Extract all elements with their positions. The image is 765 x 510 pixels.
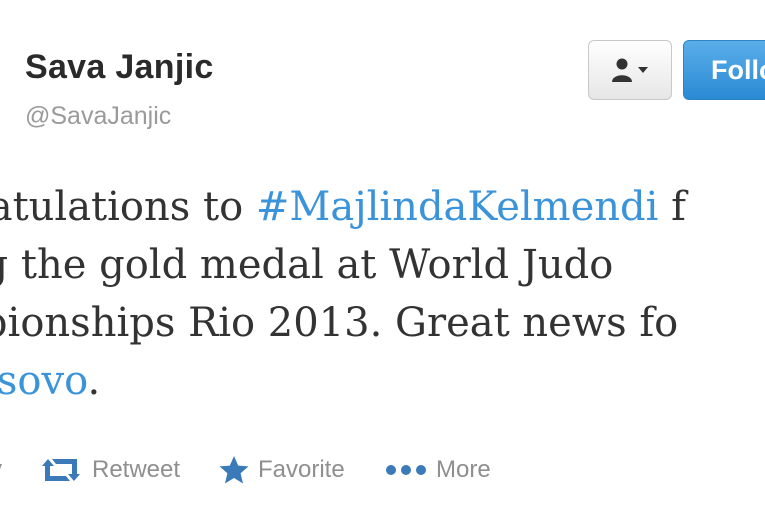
tweet-actions: y Retweet Favorite More (0, 448, 765, 492)
follow-button[interactable]: Follow (683, 40, 765, 100)
tweet-text-segment: f (658, 184, 686, 230)
tweet-line-3: mpionships Rio 2013. Great news fo (0, 300, 679, 346)
star-icon (219, 456, 249, 484)
tweet-text-segment: gratulations to (0, 184, 244, 230)
more-action[interactable]: More (384, 448, 491, 492)
tweet-line-2: ing the gold medal at World Judo (0, 242, 614, 288)
tweet-card: Sava Janjic @SavaJanjic Follow gratulati… (0, 0, 765, 510)
retweet-label: Retweet (92, 456, 181, 483)
favorite-label: Favorite (258, 456, 345, 483)
tweet-text: gratulations to #MajlindaKelmendi f ing … (0, 178, 765, 410)
user-actions-dropdown[interactable] (588, 40, 672, 100)
retweet-action[interactable]: Retweet (38, 448, 180, 492)
retweet-icon (42, 459, 80, 481)
tweet-line-1: gratulations to #MajlindaKelmendi f (0, 178, 765, 236)
user-display-name[interactable]: Sava Janjic (25, 48, 214, 87)
hashtag-link[interactable]: #MajlindaKelmendi (256, 184, 659, 230)
tweet-header: Sava Janjic @SavaJanjic Follow (0, 0, 765, 150)
favorite-action[interactable]: Favorite (218, 448, 345, 492)
tweet-line-4: Kosovo. (0, 352, 765, 410)
more-label: More (436, 456, 491, 483)
ellipsis-icon (386, 465, 426, 475)
reply-action[interactable]: y (0, 448, 2, 492)
tweet-text-segment: . (87, 358, 101, 404)
kosovo-link[interactable]: Kosovo (0, 358, 87, 404)
person-caret-icon (612, 58, 648, 82)
reply-label: y (0, 456, 2, 484)
user-handle[interactable]: @SavaJanjic (25, 102, 171, 131)
